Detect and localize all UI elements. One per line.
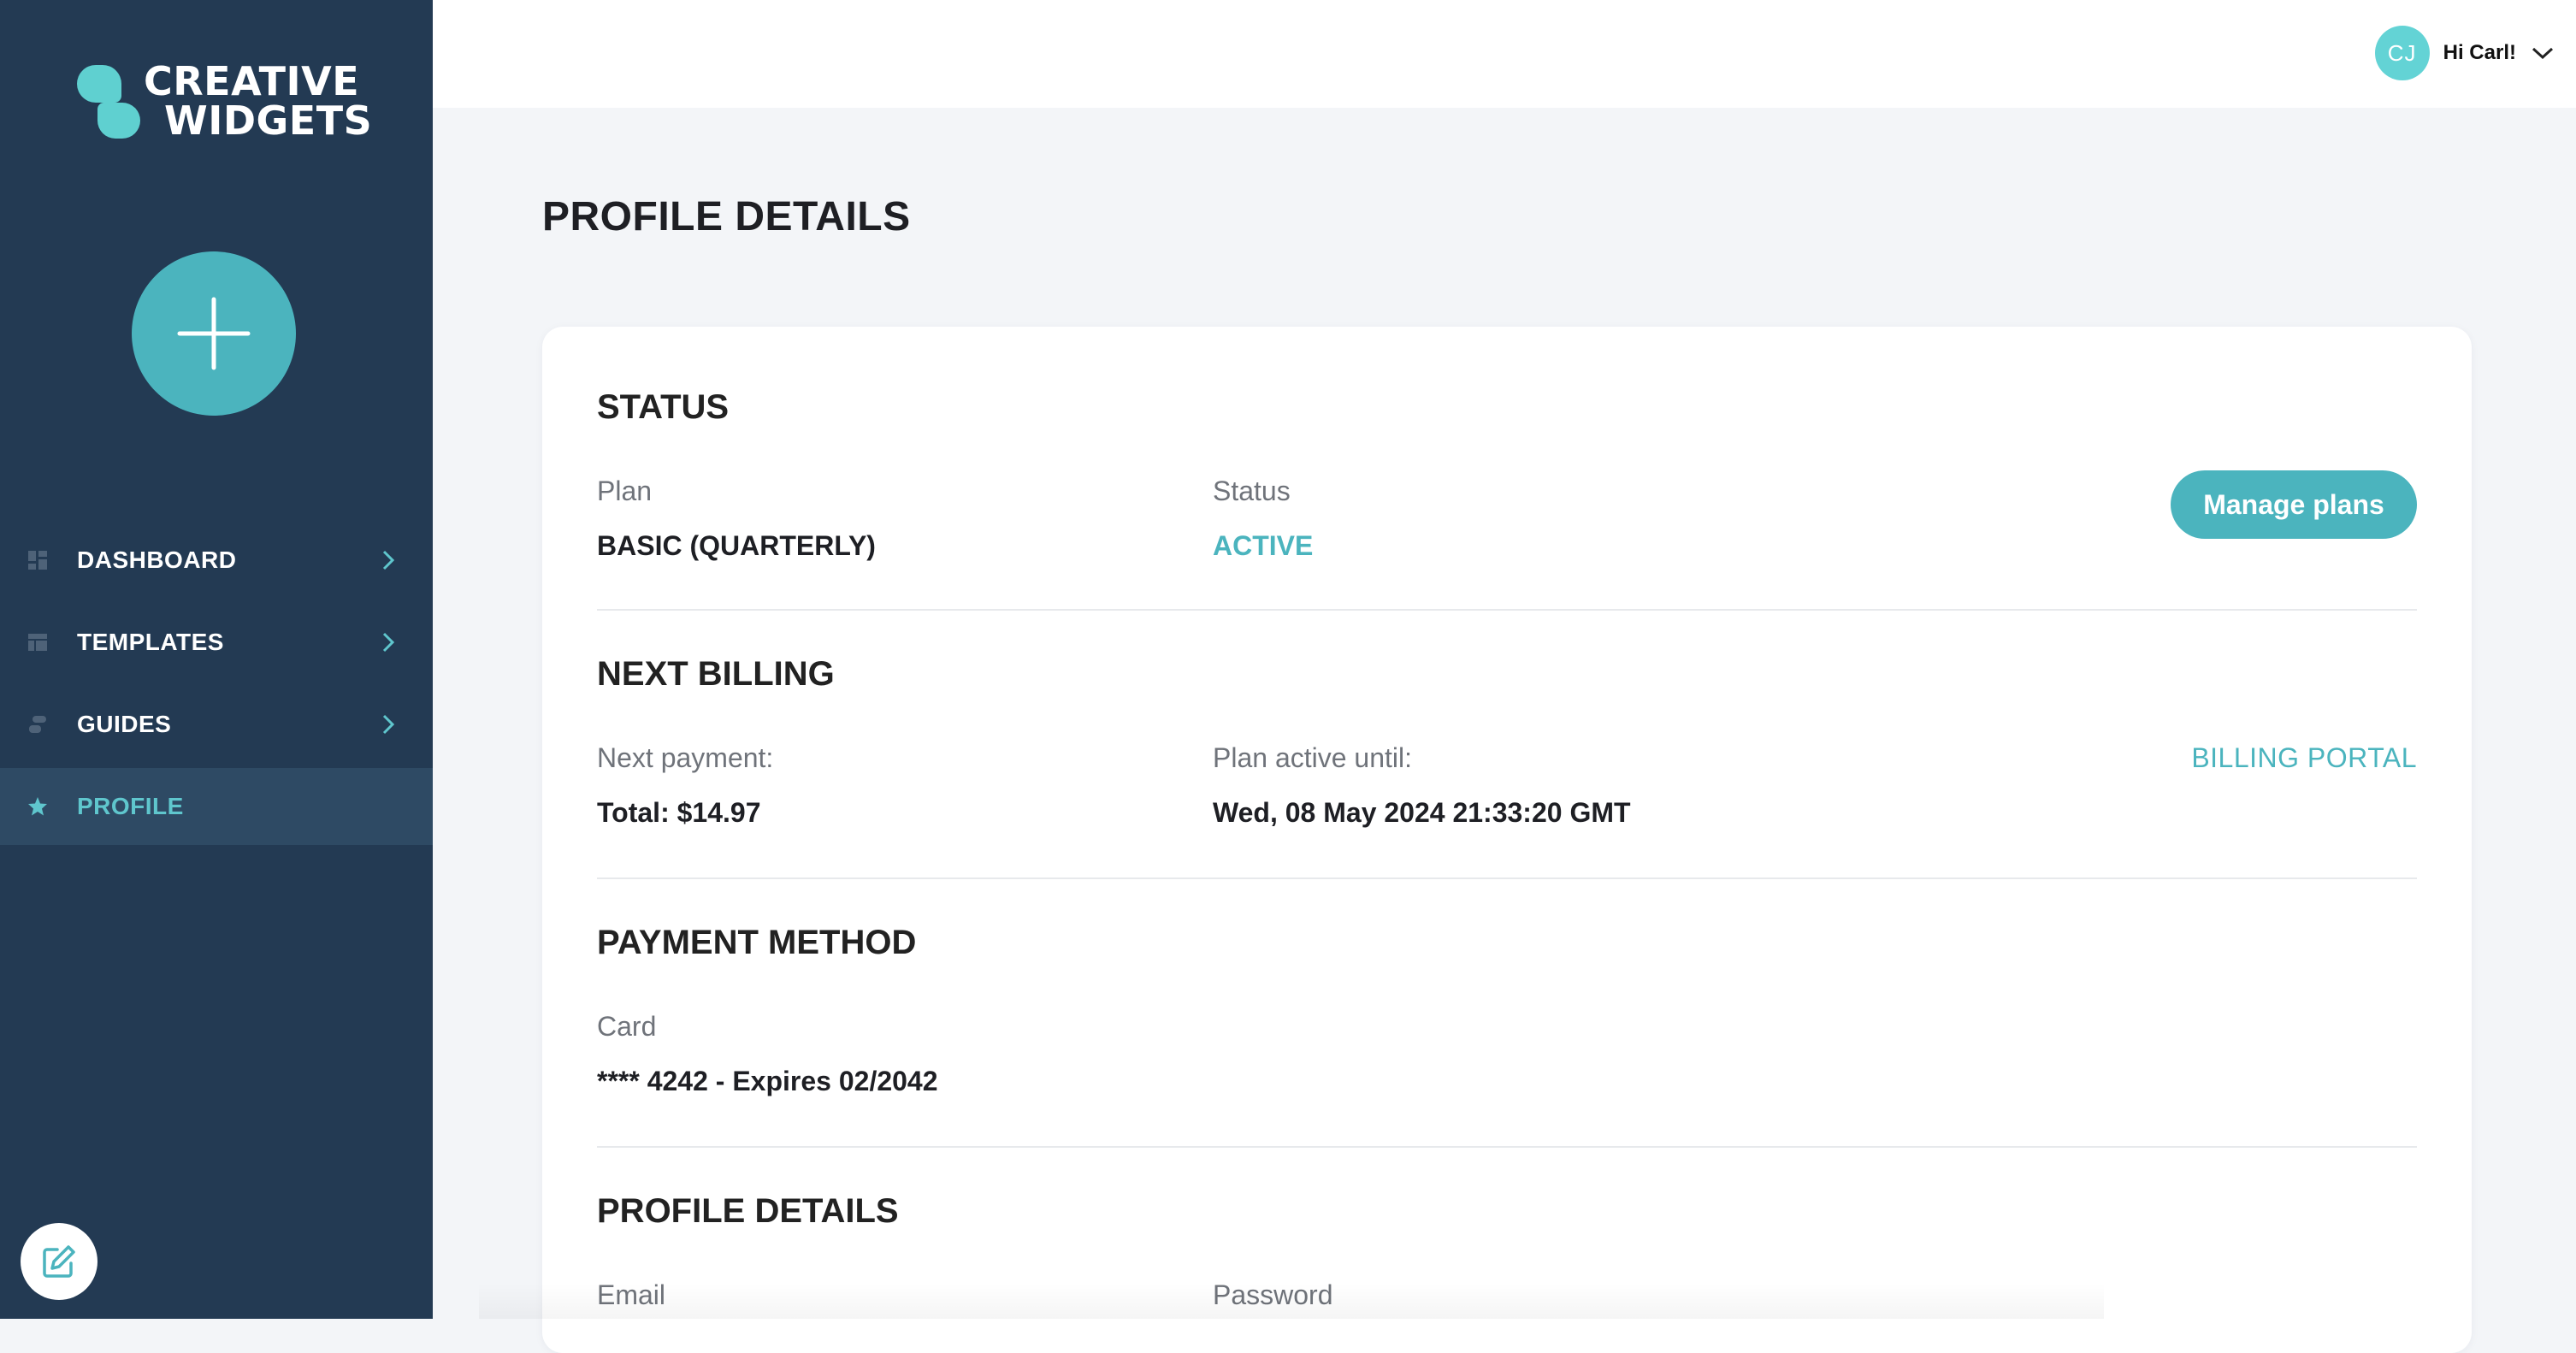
profile-details-title: PROFILE DETAILS xyxy=(597,1192,899,1230)
password-label: Password xyxy=(1213,1279,1333,1310)
brand-name-line1: CREATIVE xyxy=(144,58,360,104)
templates-icon xyxy=(28,634,47,651)
payment-method-title: PAYMENT METHOD xyxy=(597,924,917,961)
billing-portal-link[interactable]: BILLING PORTAL xyxy=(2191,742,2417,774)
payment-method-section: PAYMENT METHOD Card **** 4242 - Expires … xyxy=(597,879,2417,1148)
plan-value: BASIC (QUARTERLY) xyxy=(597,530,876,561)
avatar[interactable]: CJ xyxy=(2374,26,2430,80)
user-greeting: Hi Carl! xyxy=(2443,41,2516,64)
plan-active-until-label: Plan active until: xyxy=(1213,742,1413,773)
manage-plans-button[interactable]: Manage plans xyxy=(2171,470,2417,539)
status-badge: ACTIVE xyxy=(1213,530,1314,561)
edit-button[interactable] xyxy=(21,1223,97,1300)
profile-details-section: PROFILE DETAILS Email Password xyxy=(597,1148,2417,1336)
chevron-right-icon xyxy=(382,632,395,653)
sidebar-item-dashboard[interactable]: DASHBOARD xyxy=(0,522,433,599)
sidebar-item-templates[interactable]: TEMPLATES xyxy=(0,604,433,681)
chevron-down-icon[interactable] xyxy=(2532,46,2554,60)
user-menu[interactable]: CJ Hi Carl! xyxy=(2374,26,2554,80)
status-title: STATUS xyxy=(597,388,730,426)
next-billing-section: NEXT BILLING Next payment: Total: $14.97… xyxy=(597,611,2417,879)
brand-name: CREATIVE WIDGETS xyxy=(144,62,372,140)
plan-active-until-value: Wed, 08 May 2024 21:33:20 GMT xyxy=(1213,797,1631,828)
sidebar-nav: DASHBOARD TEMPLATES GUIDES PROFILE xyxy=(0,522,433,850)
plan-label: Plan xyxy=(597,476,653,506)
sidebar-item-label: TEMPLATES xyxy=(77,629,224,655)
brand-name-line2: WIDGETS xyxy=(164,97,373,144)
card-label: Card xyxy=(597,1011,657,1042)
sidebar-item-label: PROFILE xyxy=(77,793,184,819)
email-label: Email xyxy=(597,1279,666,1310)
profile-card: STATUS Plan BASIC (QUARTERLY) Status ACT… xyxy=(542,327,2472,1353)
next-payment-value: Total: $14.97 xyxy=(597,797,761,828)
sidebar-item-label: DASHBOARD xyxy=(77,547,237,573)
status-section: STATUS Plan BASIC (QUARTERLY) Status ACT… xyxy=(597,327,2417,611)
card-value: **** 4242 - Expires 02/2042 xyxy=(597,1066,938,1096)
brand-logo[interactable]: CREATIVE WIDGETS xyxy=(75,62,372,140)
chevron-right-icon xyxy=(382,550,395,570)
status-label: Status xyxy=(1213,476,1291,506)
sidebar-item-label: GUIDES xyxy=(77,711,172,737)
dashboard-icon xyxy=(28,551,47,570)
guides-icon xyxy=(29,716,46,733)
plus-icon xyxy=(177,297,251,370)
edit-icon xyxy=(43,1245,75,1278)
sidebar: CREATIVE WIDGETS DASHBOARD TEMPLATES GUI… xyxy=(0,0,433,1319)
top-bar: CJ Hi Carl! xyxy=(433,0,2576,108)
page-title: PROFILE DETAILS xyxy=(542,194,911,239)
next-billing-title: NEXT BILLING xyxy=(597,655,835,693)
star-icon xyxy=(28,797,47,816)
chevron-right-icon xyxy=(382,714,395,735)
sidebar-item-profile[interactable]: PROFILE xyxy=(0,768,433,845)
sidebar-item-guides[interactable]: GUIDES xyxy=(0,686,433,763)
logo-mark-icon xyxy=(75,62,140,140)
next-payment-label: Next payment: xyxy=(597,742,774,773)
add-new-button[interactable] xyxy=(132,251,296,416)
